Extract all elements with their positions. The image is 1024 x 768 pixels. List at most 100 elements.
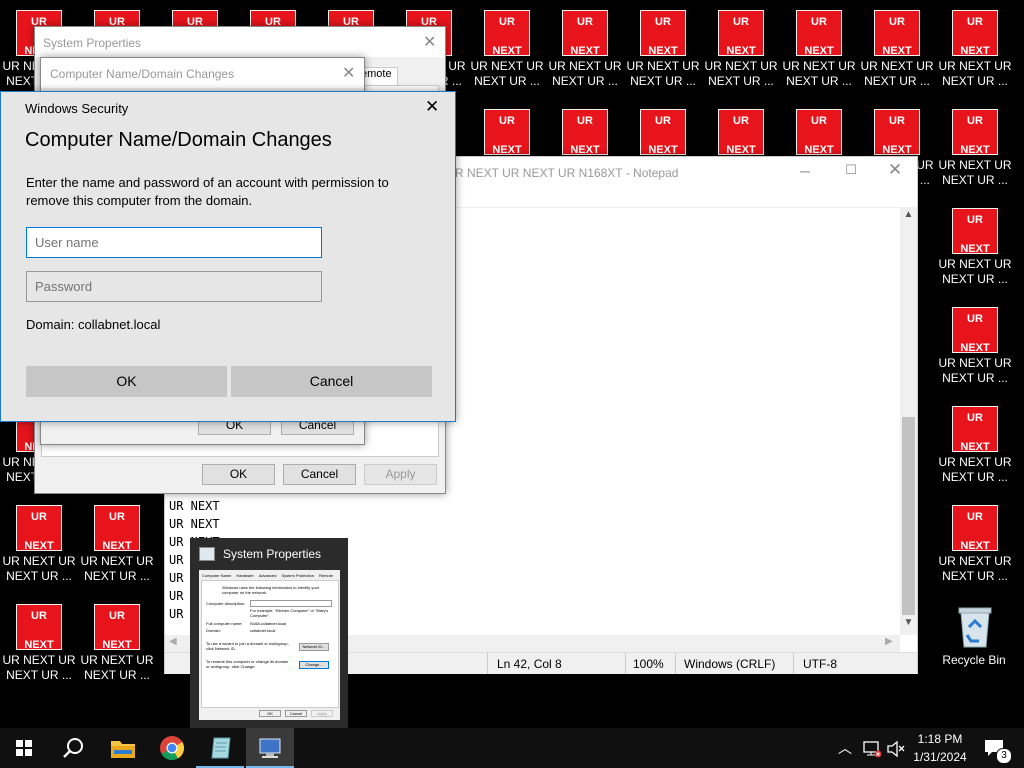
search-button[interactable] bbox=[48, 728, 96, 768]
scroll-right-icon[interactable]: ▶ bbox=[885, 636, 893, 647]
shortcut-icon-bottom-text: NEXT bbox=[24, 540, 54, 552]
shortcut-icon: URNEXT bbox=[562, 10, 608, 57]
shortcut-icon-bottom-text: NEXT bbox=[960, 441, 990, 453]
apply-button[interactable]: Apply bbox=[364, 464, 437, 485]
shortcut-label: UR NEXT URNEXT UR ... bbox=[782, 59, 856, 88]
password-input[interactable] bbox=[26, 271, 322, 302]
system-properties-titlebar: System Properties ✕ bbox=[35, 27, 445, 57]
preview-domain-label: Domain: bbox=[206, 628, 221, 633]
shortcut-label: UR NEXT URNEXT UR ... bbox=[938, 59, 1012, 88]
shortcut-icon: URNEXT bbox=[640, 109, 686, 156]
shortcut-icon: URNEXT bbox=[94, 604, 140, 651]
clock-time: 1:18 PM bbox=[917, 732, 963, 746]
shortcut-icon-top-text: UR bbox=[109, 610, 125, 622]
shortcut-icon-bottom-text: NEXT bbox=[102, 540, 132, 552]
shortcut-icon-top-text: UR bbox=[967, 214, 983, 226]
shortcut-icon: URNEXT bbox=[484, 10, 530, 57]
desktop-shortcut[interactable]: UR NEXT UR NEXT URNEXT UR ... bbox=[546, 5, 624, 100]
shortcut-icon: URNEXT bbox=[952, 307, 998, 354]
ok-button[interactable]: OK bbox=[202, 464, 275, 485]
notepad-line: UR NEXT bbox=[169, 499, 220, 513]
shortcut-label: UR NEXT URNEXT UR ... bbox=[938, 158, 1012, 187]
chrome-icon bbox=[160, 736, 184, 760]
scroll-down-icon[interactable]: ▼ bbox=[900, 617, 917, 628]
desktop-shortcut[interactable]: UR NEXT UR NEXT URNEXT UR ... bbox=[0, 500, 78, 595]
desktop-shortcut[interactable]: UR NEXT UR NEXT URNEXT UR ... bbox=[858, 5, 936, 100]
desktop-shortcut[interactable]: UR NEXT UR NEXT URNEXT UR ... bbox=[78, 500, 156, 595]
domain-label: Domain: collabnet.local bbox=[26, 317, 161, 332]
shortcut-icon: URNEXT bbox=[718, 10, 764, 57]
recycle-bin-label: Recycle Bin bbox=[942, 653, 1006, 667]
shortcut-icon-bottom-text: NEXT bbox=[882, 45, 912, 57]
minimize-button[interactable]: ─ bbox=[795, 163, 815, 179]
preview-tab: Computer Name bbox=[202, 573, 232, 578]
desktop-shortcut[interactable]: UR NEXT UR NEXT URNEXT UR ... bbox=[624, 5, 702, 100]
desktop-shortcut[interactable]: UR NEXT UR NEXT URNEXT UR ... bbox=[936, 302, 1014, 397]
shortcut-icon: UR NEXT bbox=[94, 505, 140, 552]
search-icon bbox=[63, 738, 83, 758]
desktop-shortcut[interactable]: UR NEXT UR NEXT URNEXT UR ... bbox=[936, 203, 1014, 298]
shortcut-icon-top-text: UR bbox=[655, 16, 671, 28]
desktop-shortcut[interactable]: UR NEXT UR NEXT URNEXT UR ... bbox=[468, 5, 546, 100]
shortcut-icon-top-text: UR bbox=[109, 511, 125, 523]
preview-thumbnail: Computer Name Hardware Advanced System Prot… bbox=[199, 570, 340, 720]
start-button[interactable] bbox=[0, 728, 48, 768]
chevron-up-icon: ︿ bbox=[838, 740, 852, 756]
ok-button[interactable]: OK bbox=[26, 366, 227, 397]
shortcut-icon: URNEXT bbox=[796, 10, 842, 57]
shortcut-icon-bottom-text: NEXT bbox=[570, 45, 600, 57]
maximize-button[interactable]: ☐ bbox=[841, 162, 861, 178]
shortcut-icon: URNEXT bbox=[562, 109, 608, 156]
desktop-shortcut[interactable]: UR NEXT UR NEXT URNEXT UR ... bbox=[78, 599, 156, 694]
scroll-left-icon[interactable]: ◀ bbox=[169, 636, 177, 647]
shortcut-icon-bottom-text: NEXT bbox=[960, 540, 990, 552]
recycle-bin-desktop-icon[interactable]: Recycle Bin bbox=[935, 598, 1013, 693]
desktop-shortcut[interactable]: UR NEXT UR NEXT URNEXT UR ... bbox=[0, 599, 78, 694]
close-button[interactable]: ✕ bbox=[425, 97, 439, 117]
action-center-button[interactable]: 3 bbox=[978, 728, 1024, 768]
chrome-taskbar-button[interactable] bbox=[148, 728, 196, 768]
notepad-icon bbox=[211, 737, 231, 759]
volume-muted-icon[interactable] bbox=[886, 740, 906, 758]
shortcut-label: UR NEXT URNEXT UR ... bbox=[860, 59, 934, 88]
network-disconnected-icon[interactable] bbox=[862, 740, 882, 758]
shortcut-icon: URNEXT bbox=[952, 406, 998, 453]
desktop-shortcut[interactable]: UR NEXT UR NEXT URNEXT UR ... bbox=[936, 500, 1014, 595]
shortcut-icon-top-text: UR bbox=[733, 115, 749, 127]
username-input[interactable] bbox=[26, 227, 322, 258]
close-button[interactable]: ✕ bbox=[885, 160, 905, 179]
vertical-scrollbar[interactable]: ▲ ▼ bbox=[900, 207, 917, 635]
scroll-thumb[interactable] bbox=[902, 417, 915, 615]
desktop-shortcut[interactable]: UR NEXT UR NEXT URNEXT UR ... bbox=[702, 5, 780, 100]
shortcut-icon-top-text: UR bbox=[733, 16, 749, 28]
notepad-taskbar-button[interactable] bbox=[196, 728, 244, 768]
windows-security-dialog[interactable]: Windows Security ✕ Computer Name/Domain … bbox=[0, 91, 456, 422]
desktop-shortcut[interactable]: UR NEXT UR NEXT URNEXT UR ... bbox=[936, 401, 1014, 496]
file-explorer-taskbar-button[interactable] bbox=[98, 728, 146, 768]
status-position: Ln 42, Col 8 bbox=[497, 657, 562, 671]
show-hidden-icons-button[interactable]: ︿ bbox=[838, 738, 852, 758]
notepad-line: UR NEXT bbox=[169, 517, 220, 531]
preview-desc: Windows uses the following information t… bbox=[222, 585, 320, 595]
taskbar-preview[interactable]: System Properties Computer Name Hardware A… bbox=[190, 538, 348, 728]
close-button[interactable]: ✕ bbox=[342, 63, 355, 83]
status-zoom: 100% bbox=[633, 657, 664, 671]
system-properties-taskbar-button[interactable] bbox=[246, 728, 294, 768]
notepad-title: R NEXT UR NEXT UR N168XT - Notepad bbox=[455, 166, 679, 180]
cancel-button[interactable]: Cancel bbox=[231, 366, 432, 397]
shortcut-label: UR NEXT URNEXT UR ... bbox=[2, 653, 76, 682]
shortcut-icon-top-text: UR bbox=[967, 313, 983, 325]
shortcut-icon-top-text: UR bbox=[31, 511, 47, 523]
folder-icon bbox=[111, 741, 135, 758]
desktop-shortcut[interactable]: UR NEXT UR NEXT URNEXT UR ... bbox=[936, 104, 1014, 199]
shortcut-icon-top-text: UR bbox=[811, 115, 827, 127]
close-button[interactable]: ✕ bbox=[423, 32, 436, 52]
cancel-button[interactable]: Cancel bbox=[283, 464, 356, 485]
desktop-shortcut[interactable]: UR NEXT UR NEXT URNEXT UR ... bbox=[936, 5, 1014, 100]
shortcut-icon: URNEXT bbox=[16, 604, 62, 651]
clock-date: 1/31/2024 bbox=[913, 750, 967, 764]
shortcut-icon-top-text: UR bbox=[811, 16, 827, 28]
scroll-up-icon[interactable]: ▲ bbox=[900, 209, 917, 220]
desktop-shortcut[interactable]: UR NEXT UR NEXT URNEXT UR ... bbox=[780, 5, 858, 100]
clock[interactable]: 1:18 PM 1/31/2024 bbox=[908, 730, 972, 766]
